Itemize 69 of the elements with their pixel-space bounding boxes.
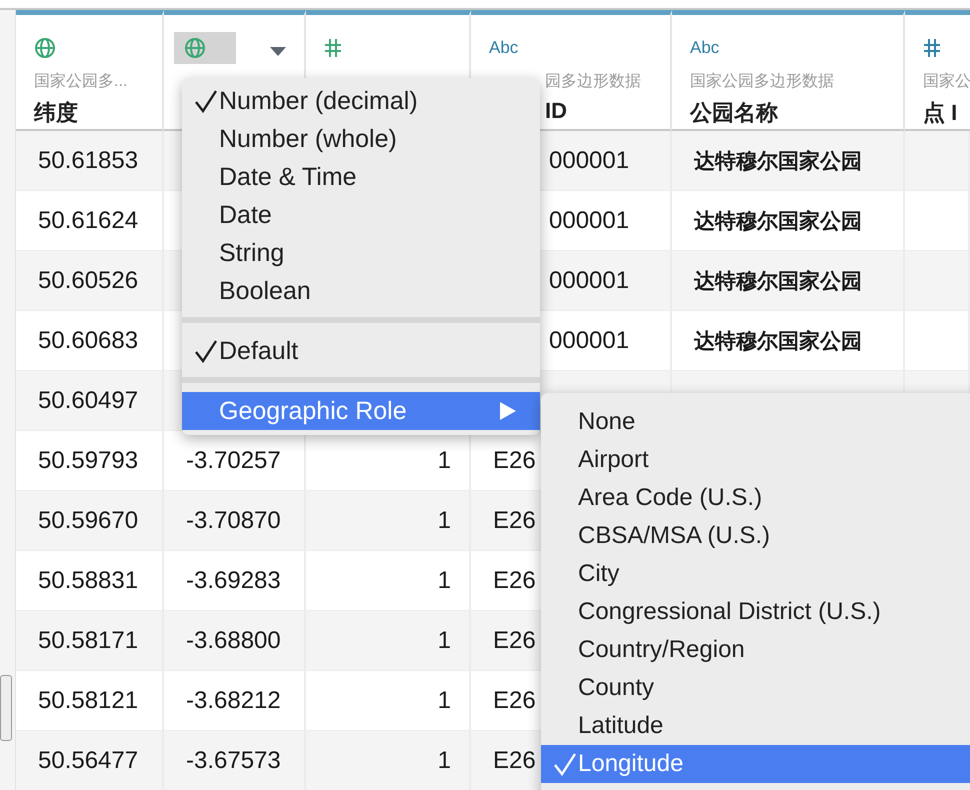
menu-item[interactable]: Congressional District (U.S.) — [541, 593, 970, 631]
menu-item[interactable]: Date — [182, 196, 540, 234]
table-cell-text: 达特穆尔国家公园 — [694, 208, 862, 234]
table-cell: 50.59670 — [38, 506, 138, 534]
table-cell: -3.69283 — [186, 566, 281, 594]
menu-item[interactable]: City — [541, 555, 970, 593]
source-label: 国家公园多... — [34, 72, 128, 92]
dropdown-caret-icon[interactable] — [270, 47, 286, 56]
menu-item[interactable]: Boolean — [182, 272, 540, 310]
menu-item[interactable]: Date & Time — [182, 158, 540, 196]
table-cell-text: 达特穆尔国家公园 — [694, 328, 862, 354]
table-cell: 1 — [438, 566, 451, 594]
side-handle[interactable] — [0, 675, 12, 741]
table-cell: E26 — [493, 446, 536, 474]
table-cell: 50.58171 — [38, 626, 138, 654]
table-cell: -3.68212 — [186, 686, 281, 714]
table-cell: 1 — [438, 506, 451, 534]
table-cell: 50.59793 — [38, 446, 138, 474]
table-cell: 50.60683 — [38, 326, 138, 354]
menu-item[interactable]: County — [541, 669, 970, 707]
menu-item[interactable]: Geographic Role — [182, 392, 540, 430]
menu-item[interactable]: Area Code (U.S.) — [541, 479, 970, 517]
table-cell: -3.67573 — [186, 746, 281, 774]
table-cell: 1 — [438, 626, 451, 654]
table-cell: E26 — [493, 566, 536, 594]
table-cell-text: 000001 — [548, 266, 630, 294]
type-label: Abc — [489, 38, 518, 58]
field-name: 公园名称 — [690, 99, 779, 127]
table-cell: 50.58831 — [38, 566, 138, 594]
menu-item[interactable]: CBSA/MSA (U.S.) — [541, 517, 970, 555]
table-cell: 50.61624 — [38, 206, 138, 234]
menu-item[interactable]: None — [541, 403, 970, 441]
table-cell-text: 达特穆尔国家公园 — [694, 148, 862, 174]
menu-item[interactable]: Latitude — [541, 707, 970, 745]
table-cell: -3.70257 — [186, 446, 281, 474]
table-cell: E26 — [493, 746, 536, 774]
hash-icon — [923, 38, 941, 58]
type-label: Abc — [690, 38, 720, 58]
table-cell: 50.61853 — [38, 146, 138, 174]
menu-item[interactable]: Airport — [541, 441, 970, 479]
table-cell: 50.60526 — [38, 266, 138, 294]
hash-icon — [324, 38, 342, 58]
globe-icon — [34, 37, 56, 59]
table-cell-text: 达特穆尔国家公园 — [694, 268, 862, 294]
menu-item[interactable]: Country/Region — [541, 631, 970, 669]
table-cell: 1 — [438, 746, 451, 774]
field-name: ID — [544, 98, 568, 124]
submenu-arrow-icon — [500, 402, 516, 420]
table-cell: 1 — [438, 686, 451, 714]
table-cell: E26 — [493, 626, 536, 654]
table-cell: 1 — [438, 446, 451, 474]
menu-item[interactable]: Longitude — [541, 745, 970, 783]
globe-icon — [184, 37, 206, 59]
table-cell: 50.56477 — [38, 746, 138, 774]
table-cell: -3.70870 — [186, 506, 281, 534]
source-label: 国家公园多边形数据 — [690, 72, 835, 92]
table-cell: E26 — [493, 506, 536, 534]
source-label: 园多边形数据 — [544, 72, 642, 92]
table-cell: 50.60497 — [38, 386, 138, 414]
table-cell: -3.68800 — [186, 626, 281, 654]
table-cell-text: 000001 — [548, 326, 630, 354]
table-cell-text: 000001 — [548, 146, 630, 174]
menu-item[interactable]: Default — [182, 332, 540, 370]
field-name: 点 I — [923, 99, 958, 127]
table-cell-text: 000001 — [548, 206, 630, 234]
table-cell: 50.58121 — [38, 686, 138, 714]
menu-item[interactable]: String — [182, 234, 540, 272]
field-name: 纬度 — [34, 99, 79, 127]
table-cell: E26 — [493, 686, 536, 714]
